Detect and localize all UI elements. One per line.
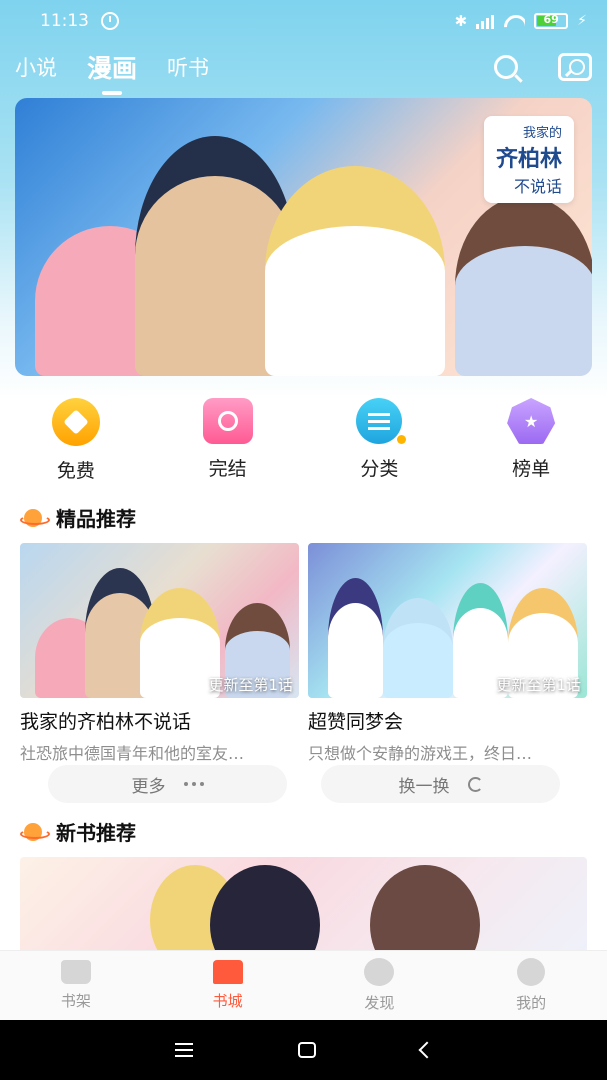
wifi-icon <box>503 13 525 29</box>
section-title: 精品推荐 <box>56 507 136 531</box>
quick-entry-rank[interactable]: ★ 榜单 <box>455 398 607 488</box>
rank-icon: ★ <box>507 398 556 444</box>
quick-entry-free[interactable]: 免费 <box>0 398 152 488</box>
hero-banner[interactable]: 我家的 齐柏林 不说话 <box>15 98 592 376</box>
nav-bookstore[interactable]: 书城 <box>152 951 304 1020</box>
tab-comic[interactable]: 漫画 <box>87 49 137 85</box>
nav-label: 书架 <box>60 992 91 1010</box>
system-navigation <box>0 1020 607 1080</box>
refresh-button[interactable]: 换一换 <box>321 765 560 803</box>
battery-icon: 69 <box>534 13 569 29</box>
comic-description: 只想做个安静的游戏王，终日… <box>308 744 533 763</box>
featured-actions: 更多 换一换 <box>48 765 560 803</box>
scan-search-icon[interactable] <box>558 53 592 81</box>
diamond-icon <box>51 398 100 446</box>
status-bar: 11:13 ✱ 69 ⚡ <box>0 0 607 42</box>
quick-entry-category[interactable]: 分类 <box>304 398 456 488</box>
status-time: 11:13 <box>40 11 89 31</box>
bottom-navigation: 书架 书城 发现 我的 <box>0 950 607 1020</box>
comic-card[interactable]: 更新至第1话 超赞同梦会 只想做个安静的游戏王，终日… <box>308 543 587 764</box>
section-new-books-header: 新书推荐 <box>20 817 136 846</box>
comic-card[interactable]: 更新至第1话 我家的齐柏林不说话 社恐旅中德国青年和他的室友… <box>20 543 299 764</box>
banner-title-prefix: 我家的 <box>522 126 562 141</box>
comic-description: 社恐旅中德国青年和他的室友… <box>20 744 245 763</box>
alarm-icon <box>101 12 119 30</box>
bookstore-icon <box>212 960 243 984</box>
nav-mine[interactable]: 我的 <box>455 951 607 1020</box>
quick-entry-complete[interactable]: 完结 <box>152 398 304 488</box>
planet-icon <box>20 508 50 528</box>
banner-title-suffix: 不说话 <box>513 177 562 196</box>
banner-character <box>265 166 445 376</box>
new-book-banner[interactable] <box>20 857 587 957</box>
refresh-button-label: 换一换 <box>398 776 450 797</box>
tab-audiobook[interactable]: 听书 <box>167 52 209 82</box>
nav-discover[interactable]: 发现 <box>304 951 456 1020</box>
featured-cards: 更新至第1话 我家的齐柏林不说话 社恐旅中德国青年和他的室友… 更新至第1话 超… <box>20 543 587 764</box>
banner-character <box>455 196 592 376</box>
more-button-label: 更多 <box>131 776 166 797</box>
menu-icon[interactable] <box>174 1049 193 1051</box>
banner-title: 齐柏林 <box>495 146 562 172</box>
nav-bookshelf[interactable]: 书架 <box>0 951 152 1020</box>
discover-icon <box>364 958 395 986</box>
search-icon[interactable] <box>494 55 518 79</box>
update-caption: 更新至第1话 <box>496 676 581 694</box>
more-dots-icon <box>183 782 204 786</box>
nav-label: 书城 <box>212 992 243 1010</box>
refresh-icon <box>467 776 483 792</box>
bluetooth-icon: ✱ <box>454 12 468 30</box>
signal-icon <box>476 13 495 29</box>
banner-title-logo: 我家的 齐柏林 不说话 <box>483 116 574 203</box>
quick-entry-label: 分类 <box>360 458 399 480</box>
planet-icon <box>20 822 50 842</box>
more-button[interactable]: 更多 <box>48 765 287 803</box>
back-icon[interactable] <box>418 1041 435 1059</box>
quick-entry-label: 完结 <box>208 458 247 480</box>
section-featured-header: 精品推荐 <box>20 503 136 532</box>
profile-icon <box>517 958 546 986</box>
category-icon <box>356 398 407 444</box>
update-caption: 更新至第1话 <box>208 676 293 694</box>
section-title: 新书推荐 <box>56 821 136 845</box>
quick-entries: 免费 完结 分类 ★ 榜单 <box>0 398 607 488</box>
comic-title: 超赞同梦会 <box>308 711 404 733</box>
battery-level: 69 <box>543 13 559 26</box>
complete-icon <box>202 398 253 444</box>
header-actions <box>494 53 592 81</box>
nav-label: 我的 <box>516 994 547 1012</box>
quick-entry-label: 免费 <box>56 460 95 482</box>
home-icon[interactable] <box>297 1042 316 1058</box>
top-tabs: 小说 漫画 听书 <box>0 42 607 92</box>
tab-novel[interactable]: 小说 <box>15 52 57 82</box>
comic-cover: 更新至第1话 <box>308 543 587 698</box>
comic-cover: 更新至第1话 <box>20 543 299 698</box>
nav-label: 发现 <box>364 994 395 1012</box>
status-icons: ✱ 69 ⚡ <box>455 12 587 30</box>
charging-icon: ⚡ <box>577 13 587 29</box>
bookshelf-icon <box>60 960 91 984</box>
comic-title: 我家的齐柏林不说话 <box>20 711 192 733</box>
quick-entry-label: 榜单 <box>512 458 551 480</box>
